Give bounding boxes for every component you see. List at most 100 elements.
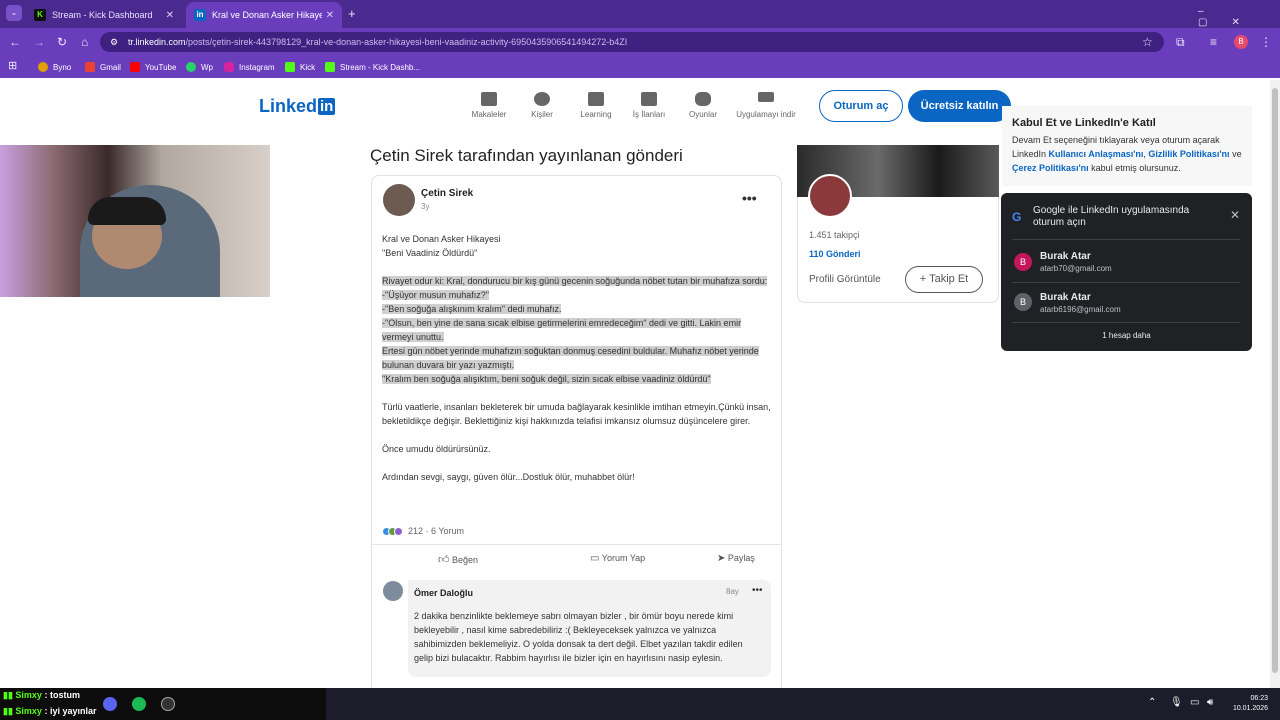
microphone-icon[interactable]: 🎙︎ [1170, 697, 1183, 708]
tab-kick-dashboard[interactable]: K Stream - Kick Dashboard ✕ [26, 2, 182, 28]
post-title-line: Kral ve Donan Asker Hikayesi [382, 234, 501, 244]
nav-people[interactable]: Kişiler [511, 92, 573, 119]
back-icon[interactable]: ← [9, 35, 21, 49]
thumbs-up-icon: 👍︎ [438, 554, 450, 566]
byno-icon [38, 62, 48, 72]
comment-button[interactable]: ▭ Yorum Yap [590, 553, 645, 564]
discord-icon[interactable] [103, 697, 117, 711]
story-line: -"Olsun, ben yine de sana sıcak elbise g… [382, 318, 742, 342]
nav-games[interactable]: Oyunlar [672, 92, 734, 119]
site-info-icon[interactable]: ⚙ [110, 37, 118, 48]
privacy-policy-link[interactable]: Gizlilik Politikası'nı [1148, 149, 1229, 159]
media-icon[interactable]: ≡ [1210, 35, 1217, 49]
share-button[interactable]: ➤ Paylaş [717, 553, 755, 564]
author-avatar[interactable] [383, 184, 415, 216]
posts-count-link[interactable]: 110 Gönderi [809, 249, 861, 259]
post-more-button[interactable]: ••• [742, 190, 757, 206]
profile-avatar[interactable]: B [1234, 35, 1248, 49]
support-reaction-icon [394, 526, 403, 536]
bookmark-instagram[interactable]: Instagram [224, 60, 275, 74]
commenter-avatar[interactable] [383, 581, 403, 601]
story-line: Ertesi gün nöbet yerinde muhafızın soğuk… [382, 346, 759, 370]
bookmark-stream-kick[interactable]: Stream - Kick Dashb... [325, 60, 420, 74]
bookmark-star-icon[interactable]: ☆ [1142, 35, 1153, 49]
bookmark-byno[interactable]: Byno [38, 60, 71, 74]
learning-icon [588, 92, 604, 106]
extensions-icon[interactable]: ⧉ [1176, 35, 1185, 50]
nav-download-app[interactable]: Uygulamayı indir [735, 92, 797, 119]
divider [1012, 282, 1240, 283]
consent-title: Kabul Et ve LinkedIn'e Katıl [1012, 117, 1156, 129]
post-author[interactable]: Çetin Sirek [421, 188, 473, 199]
post-age: 3y [421, 202, 430, 211]
reactions-summary[interactable]: 212 · 6 Yorum [382, 526, 464, 536]
webcam-overlay [0, 145, 270, 297]
window-controls[interactable]: –▢✕ [1198, 6, 1280, 28]
story-line: -"Ben soğuğa alışkınım kralım" dedi muha… [382, 304, 562, 314]
reload-icon[interactable]: ↻ [57, 35, 67, 49]
google-icon: G [1012, 210, 1022, 224]
tab-title: Kral ve Donan Asker Hikayesi "B [212, 10, 322, 20]
linkedin-logo[interactable]: Linked in [259, 96, 336, 117]
view-profile-link[interactable]: Profili Görüntüle [809, 274, 881, 285]
bookmark-gmail[interactable]: Gmail [85, 60, 121, 74]
youtube-icon [130, 62, 140, 72]
post-paragraph: Ardından sevgi, saygı, güven ölür...Dost… [382, 472, 635, 482]
comment-more-button[interactable]: ••• [752, 585, 763, 596]
reactions-count: 212 · 6 Yorum [408, 526, 465, 536]
chat-message: ▮▮ Simxy : tostum [3, 690, 80, 700]
bookmark-kick[interactable]: Kick [285, 60, 315, 74]
more-accounts-button[interactable]: 1 hesap daha [1001, 331, 1252, 340]
puzzle-icon [695, 92, 711, 106]
story-line: Rivayet odur ki: Kral, dondurucu bir kış… [382, 276, 768, 286]
chat-message: ▮▮ Simxy : iyi yayınlar [3, 706, 97, 716]
new-tab-button[interactable]: + [348, 6, 356, 21]
account-avatar: B [1014, 293, 1032, 311]
tab-linkedin-post[interactable]: in Kral ve Donan Asker Hikayesi "B ✕ [186, 2, 342, 28]
account-email: atarb6196@gmail.com [1040, 305, 1121, 314]
post-paragraph: Önce umudu öldürürsünüz. [382, 444, 491, 454]
like-button[interactable]: 👍︎ Beğen [438, 553, 478, 566]
forward-icon[interactable]: → [33, 35, 45, 49]
kick-favicon-icon: K [34, 9, 46, 21]
user-agreement-link[interactable]: Kullanıcı Anlaşması'nı [1049, 149, 1144, 159]
sign-in-button[interactable]: Oturum aç [819, 90, 903, 122]
tray-chevron-icon[interactable]: ⌃ [1148, 697, 1156, 708]
divider [1012, 239, 1240, 240]
cookie-policy-link[interactable]: Çerez Politikası'nı [1012, 163, 1089, 173]
scrollbar-thumb[interactable] [1272, 88, 1278, 673]
follow-button[interactable]: + Takip Et [905, 266, 983, 293]
streamer-hair [88, 197, 166, 225]
plus-icon: + [919, 273, 927, 285]
post-paragraph: Türlü vaatlerle, insanları bekleterek bi… [382, 402, 771, 426]
spotify-icon[interactable] [132, 697, 146, 711]
apps-grid-icon[interactable]: ⊞ [8, 59, 17, 72]
menu-icon[interactable]: ⋮ [1260, 35, 1272, 49]
send-icon: ➤ [717, 553, 726, 564]
bookmark-wp[interactable]: Wp [186, 60, 213, 74]
google-account-2[interactable]: B Burak Atar atarb6196@gmail.com [1001, 287, 1252, 321]
system-clock[interactable]: 06:23 10.01.2026 [1222, 694, 1268, 714]
people-icon [534, 92, 550, 106]
consent-text: Devam Et seçeneğini tıklayarak veya otur… [1012, 135, 1242, 173]
clock-date: 10.01.2026 [1232, 705, 1268, 712]
home-icon[interactable]: ⌂ [81, 35, 88, 49]
tab-title: Stream - Kick Dashboard [52, 10, 153, 20]
commenter-name[interactable]: Ömer Daloğlu [414, 588, 473, 598]
close-tab-icon[interactable]: ✕ [326, 10, 334, 21]
page-title: Çetin Sirek tarafından yayınlanan gönder… [370, 146, 683, 165]
speaker-icon[interactable]: 🔊︎ [1207, 697, 1213, 708]
address-bar[interactable]: tr.linkedin.com/posts/çetin-sirek-443798… [100, 32, 1164, 52]
display-icon[interactable]: ▭ [1190, 697, 1199, 708]
join-button[interactable]: Ücretsiz katılın [908, 90, 1011, 122]
articles-icon [481, 92, 497, 106]
followers-count: 1.451 takipçi [809, 230, 860, 240]
tab-search-icon[interactable]: ⌄ [6, 5, 22, 21]
nav-jobs[interactable]: İş İlanları [618, 92, 680, 119]
profile-avatar[interactable] [808, 174, 852, 218]
close-icon[interactable]: ✕ [1230, 208, 1240, 222]
bookmark-youtube[interactable]: YouTube [130, 60, 176, 74]
close-tab-icon[interactable]: ✕ [166, 10, 174, 21]
obs-icon[interactable] [161, 697, 175, 711]
google-account-1[interactable]: B Burak Atar atarb70@gmail.com [1001, 246, 1252, 280]
